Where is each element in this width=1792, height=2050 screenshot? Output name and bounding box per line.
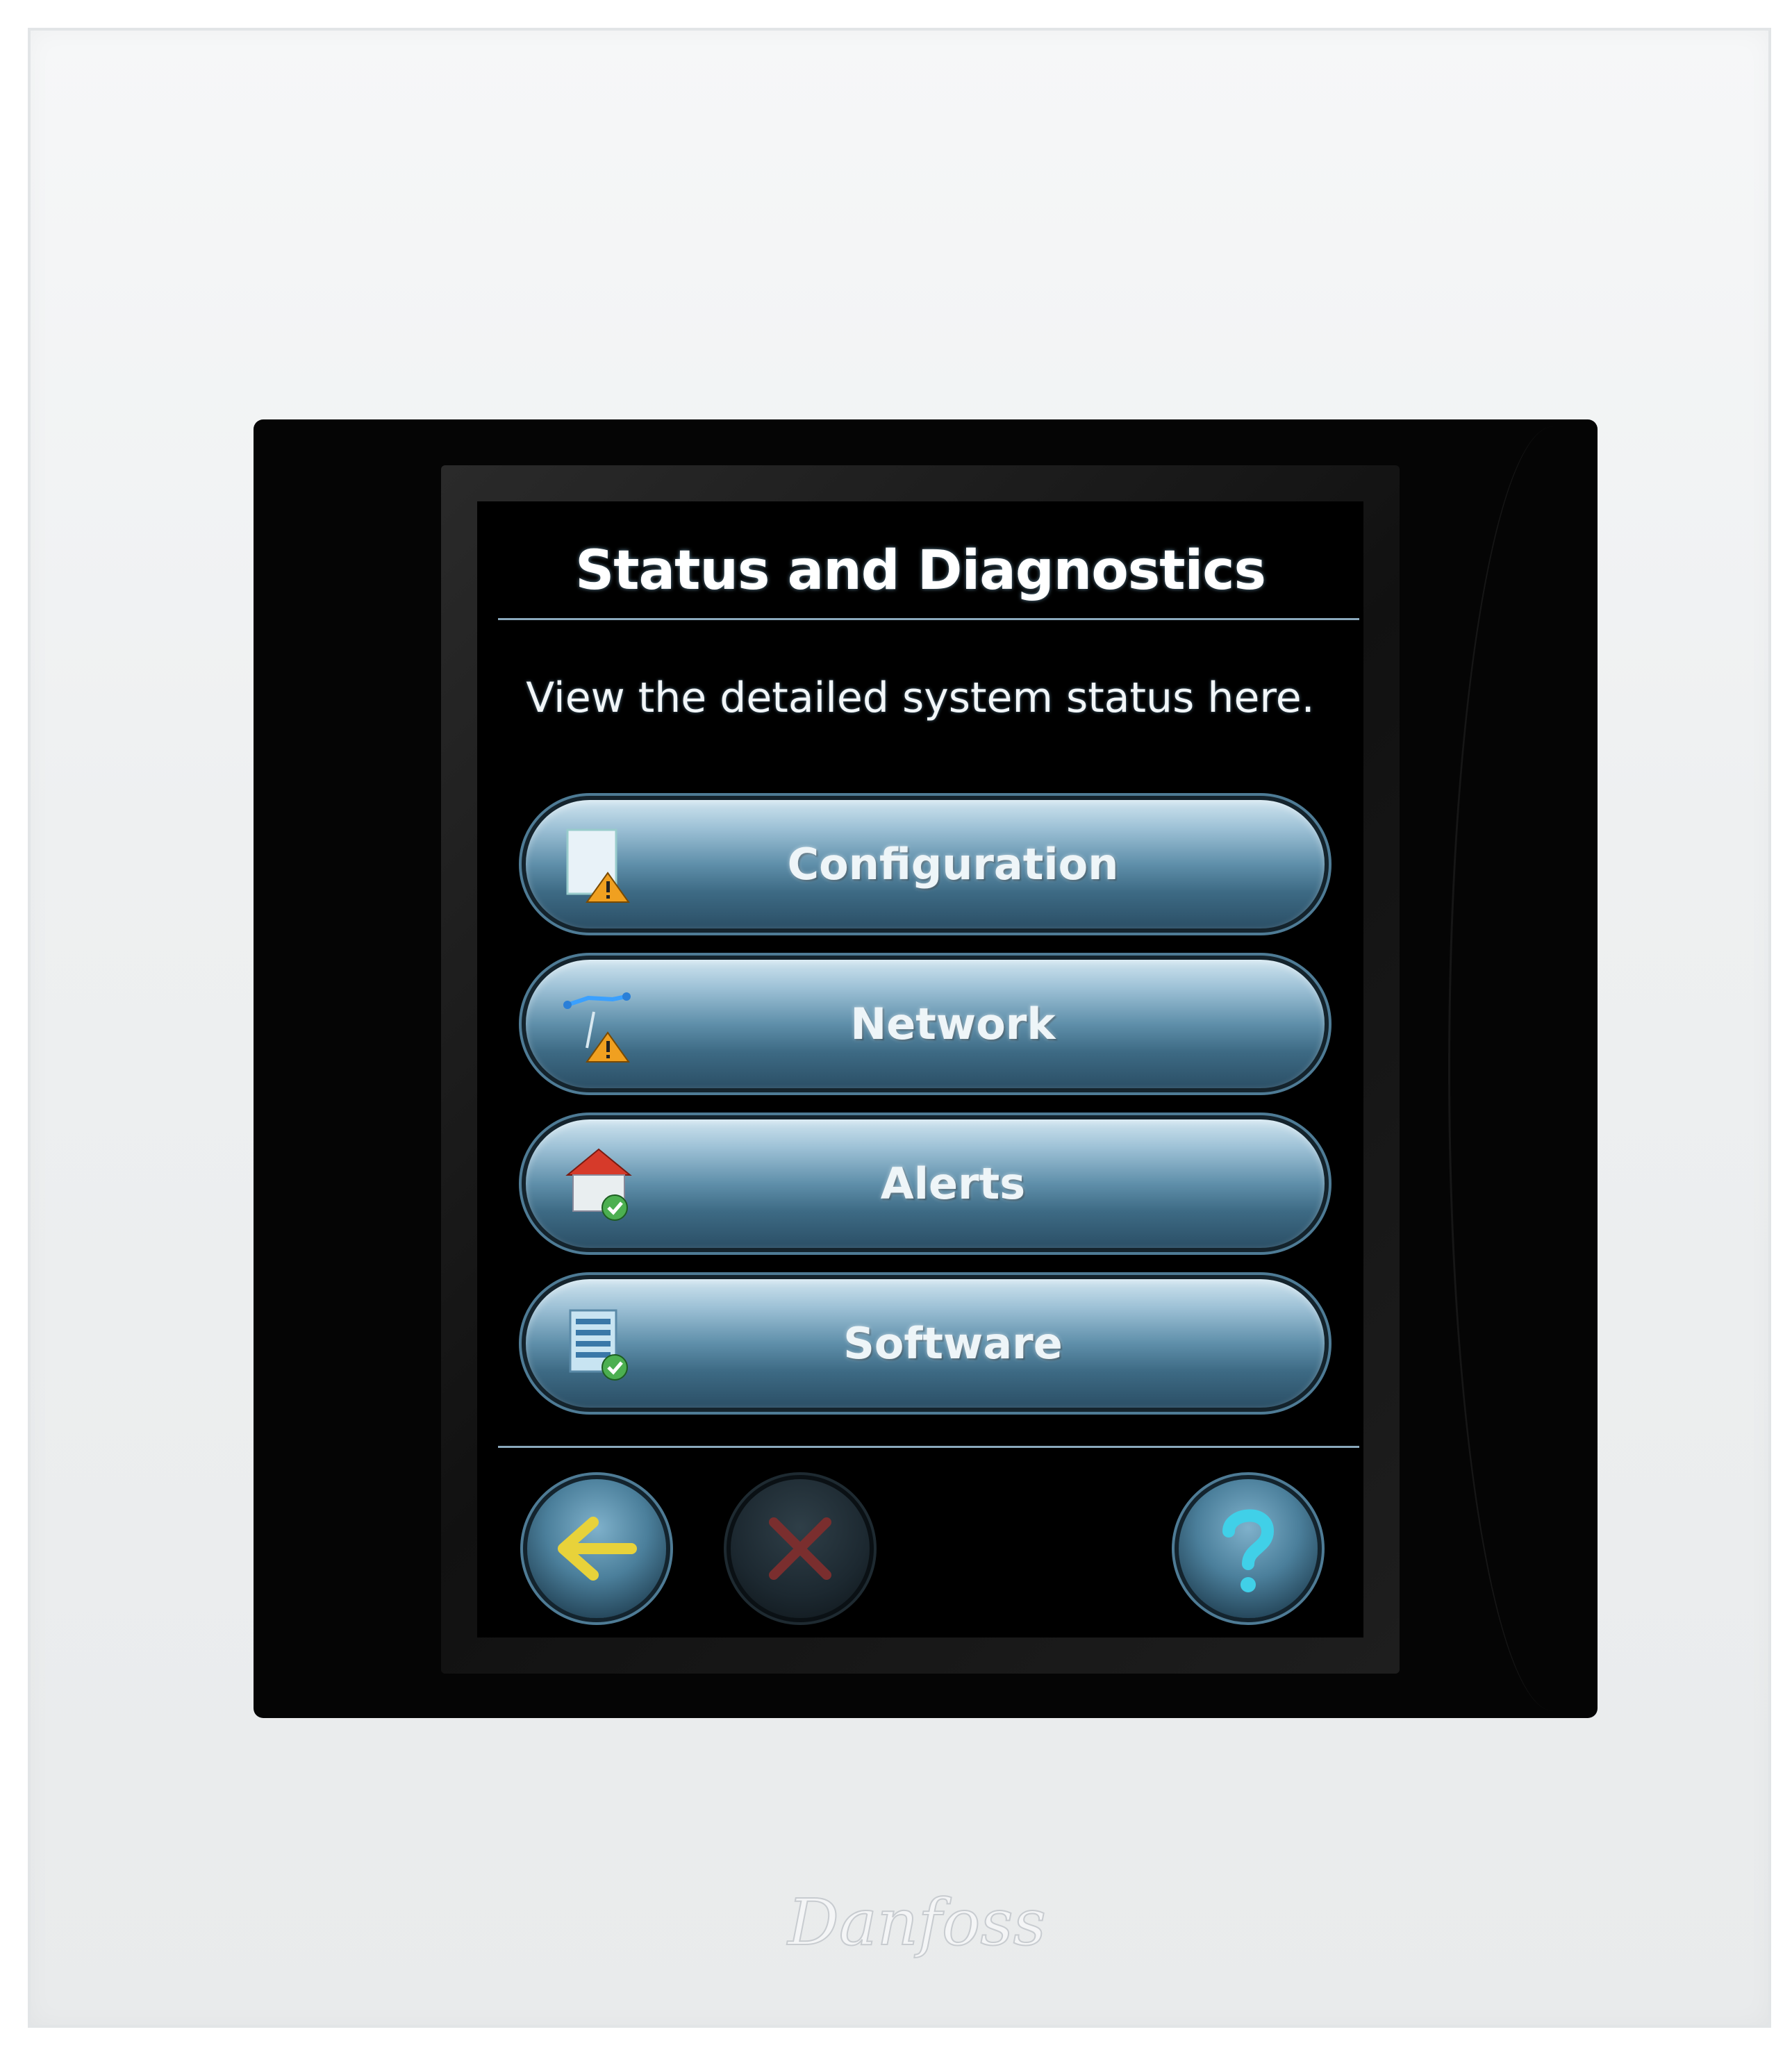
- cancel-button[interactable]: [731, 1479, 870, 1618]
- back-arrow-icon: [558, 1517, 637, 1581]
- page-title: Status and Diagnostics: [575, 540, 1266, 602]
- alerts-label: Alerts: [880, 1158, 1026, 1209]
- network-button[interactable]: Network: [526, 960, 1325, 1088]
- page-description: View the detailed system status here.: [526, 674, 1315, 722]
- alerts-button[interactable]: Alerts: [526, 1119, 1325, 1248]
- bezel-curve: [1448, 426, 1659, 1711]
- network-label: Network: [850, 999, 1056, 1049]
- help-question-icon: [1222, 1509, 1275, 1592]
- software-button[interactable]: Software: [526, 1279, 1325, 1408]
- help-button[interactable]: [1179, 1479, 1318, 1618]
- svg-text:Danfoss: Danfoss: [786, 1885, 1046, 1960]
- danfoss-logo: Danfoss: [786, 1885, 1047, 1960]
- screen-frame: Status and Diagnostics View the detailed…: [441, 465, 1400, 1674]
- footer-divider: [498, 1446, 1359, 1448]
- configuration-label: Configuration: [787, 839, 1119, 890]
- software-label: Software: [843, 1318, 1063, 1369]
- thermostat-device: Status and Diagnostics View the detailed…: [28, 28, 1771, 2028]
- touch-screen: Status and Diagnostics View the detailed…: [477, 501, 1363, 1638]
- title-divider: [498, 618, 1359, 620]
- back-button[interactable]: [527, 1479, 666, 1618]
- display-bezel: Status and Diagnostics View the detailed…: [254, 419, 1598, 1718]
- cancel-x-icon: [769, 1517, 831, 1580]
- configuration-button[interactable]: Configuration: [526, 800, 1325, 928]
